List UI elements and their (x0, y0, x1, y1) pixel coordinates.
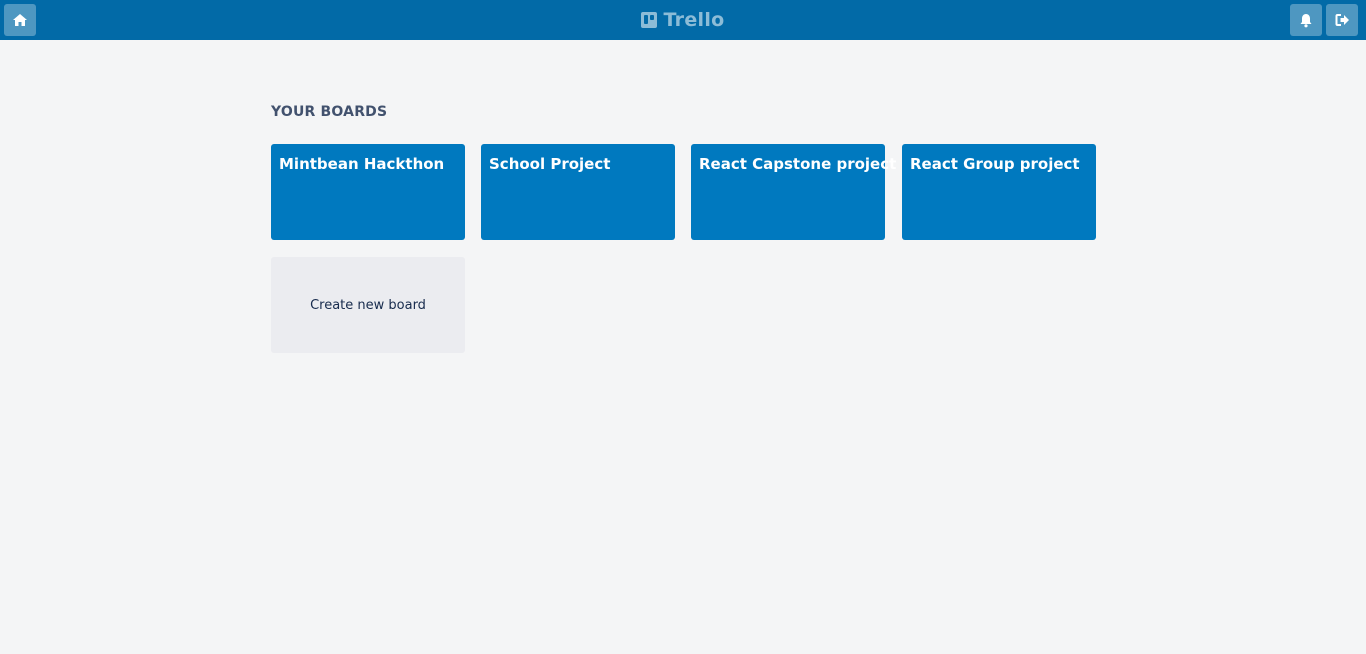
top-navigation-bar: Trello (0, 0, 1366, 40)
board-tile-react-capstone-project[interactable]: React Capstone project (691, 144, 897, 240)
board-title: React Group project (910, 155, 1080, 173)
create-board-label: Create new board (310, 297, 426, 313)
board-tile-react-group-project[interactable]: React Group project (902, 144, 1096, 240)
bell-icon (1300, 13, 1312, 27)
home-button[interactable] (4, 4, 36, 36)
logout-icon (1335, 14, 1349, 26)
board-tile-school-project[interactable]: School Project (481, 144, 675, 240)
trello-board-icon (641, 12, 658, 28)
board-tile-mintbean-hackthon[interactable]: Mintbean Hackthon (271, 144, 465, 240)
logout-button[interactable] (1326, 4, 1358, 36)
home-icon (13, 14, 27, 26)
board-title: React Capstone project (699, 155, 897, 173)
section-title: YOUR BOARDS (271, 104, 388, 120)
board-title: School Project (489, 155, 611, 173)
create-board-button[interactable]: Create new board (271, 257, 465, 353)
app-name: Trello (663, 9, 725, 31)
trello-logo: Trello (0, 0, 1366, 40)
board-title: Mintbean Hackthon (279, 155, 445, 173)
notifications-button[interactable] (1290, 4, 1322, 36)
